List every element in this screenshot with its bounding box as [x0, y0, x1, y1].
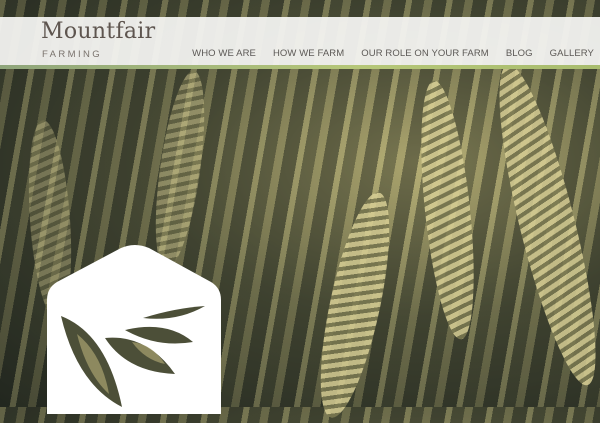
header-accent-line [0, 65, 600, 69]
wheat-stalk [411, 78, 484, 342]
nav-our-role[interactable]: OUR ROLE ON YOUR FARM [361, 48, 489, 59]
logo-subtitle: FARMING [42, 49, 103, 60]
nav-how-we-farm[interactable]: HOW WE FARM [273, 48, 344, 59]
nav-gallery[interactable]: GALLERY [550, 48, 594, 59]
nav-blog[interactable]: BLOG [506, 48, 533, 59]
wheat-stalk [480, 58, 600, 392]
site-header: Mountfair FARMING WHO WE ARE HOW WE FARM… [0, 17, 600, 65]
nav-who-we-are[interactable]: WHO WE ARE [192, 48, 256, 59]
wheat-stalk [146, 68, 214, 272]
wheat-stalk [306, 187, 404, 423]
logo-title[interactable]: Mountfair [41, 19, 155, 44]
hexagon-leaf-logo-icon [47, 245, 221, 414]
main-nav: WHO WE ARE HOW WE FARM OUR ROLE ON YOUR … [192, 48, 594, 59]
